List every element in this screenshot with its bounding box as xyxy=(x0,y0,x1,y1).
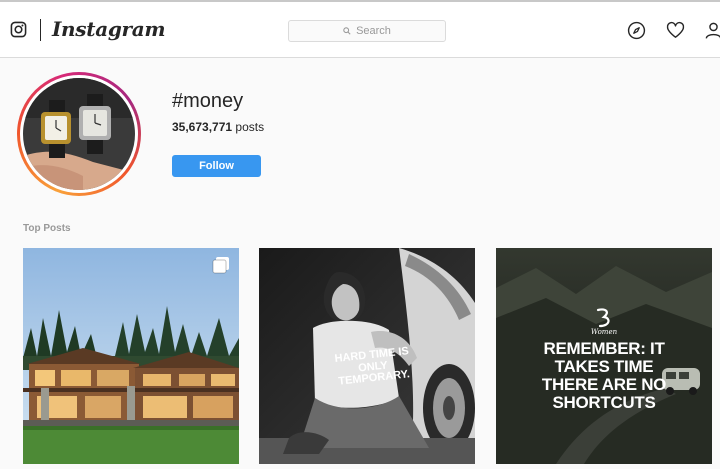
post-count-number: 35,673,771 xyxy=(172,120,233,134)
top-post-2[interactable]: HARD TIME IS ONLY TEMPORARY. xyxy=(259,248,475,464)
search-icon xyxy=(343,27,351,35)
post-3-quote: REMEMBER: IT TAKES TIME THERE ARE NO SHO… xyxy=(541,339,667,412)
nav-divider xyxy=(40,19,41,41)
avatar-ring-gap xyxy=(20,75,138,193)
explore-icon[interactable] xyxy=(627,21,646,40)
brand-logo-label: Women xyxy=(590,328,618,336)
top-post-1[interactable] xyxy=(23,248,239,464)
avatar-photo xyxy=(23,78,135,190)
post-count-suffix: posts xyxy=(235,120,265,134)
profile-icon[interactable] xyxy=(704,21,720,40)
multiple-posts-icon xyxy=(212,257,229,274)
hashtag-title: #money xyxy=(172,90,244,112)
post-1-image xyxy=(23,248,239,464)
top-posts-heading: Top Posts xyxy=(23,223,71,234)
top-navbar: Instagram Search xyxy=(0,2,720,58)
top-post-3[interactable]: Women REMEMBER: IT TAKES TIME THERE ARE … xyxy=(496,248,712,464)
camera-icon[interactable] xyxy=(10,21,27,38)
follow-button[interactable]: Follow xyxy=(172,155,261,177)
heart-icon[interactable] xyxy=(666,21,685,40)
search-input[interactable]: Search xyxy=(288,20,446,42)
hashtag-avatar[interactable] xyxy=(17,72,141,196)
instagram-wordmark[interactable]: Instagram xyxy=(52,17,166,41)
post-count: 35,673,771 posts xyxy=(172,120,264,134)
search-placeholder: Search xyxy=(356,25,391,37)
